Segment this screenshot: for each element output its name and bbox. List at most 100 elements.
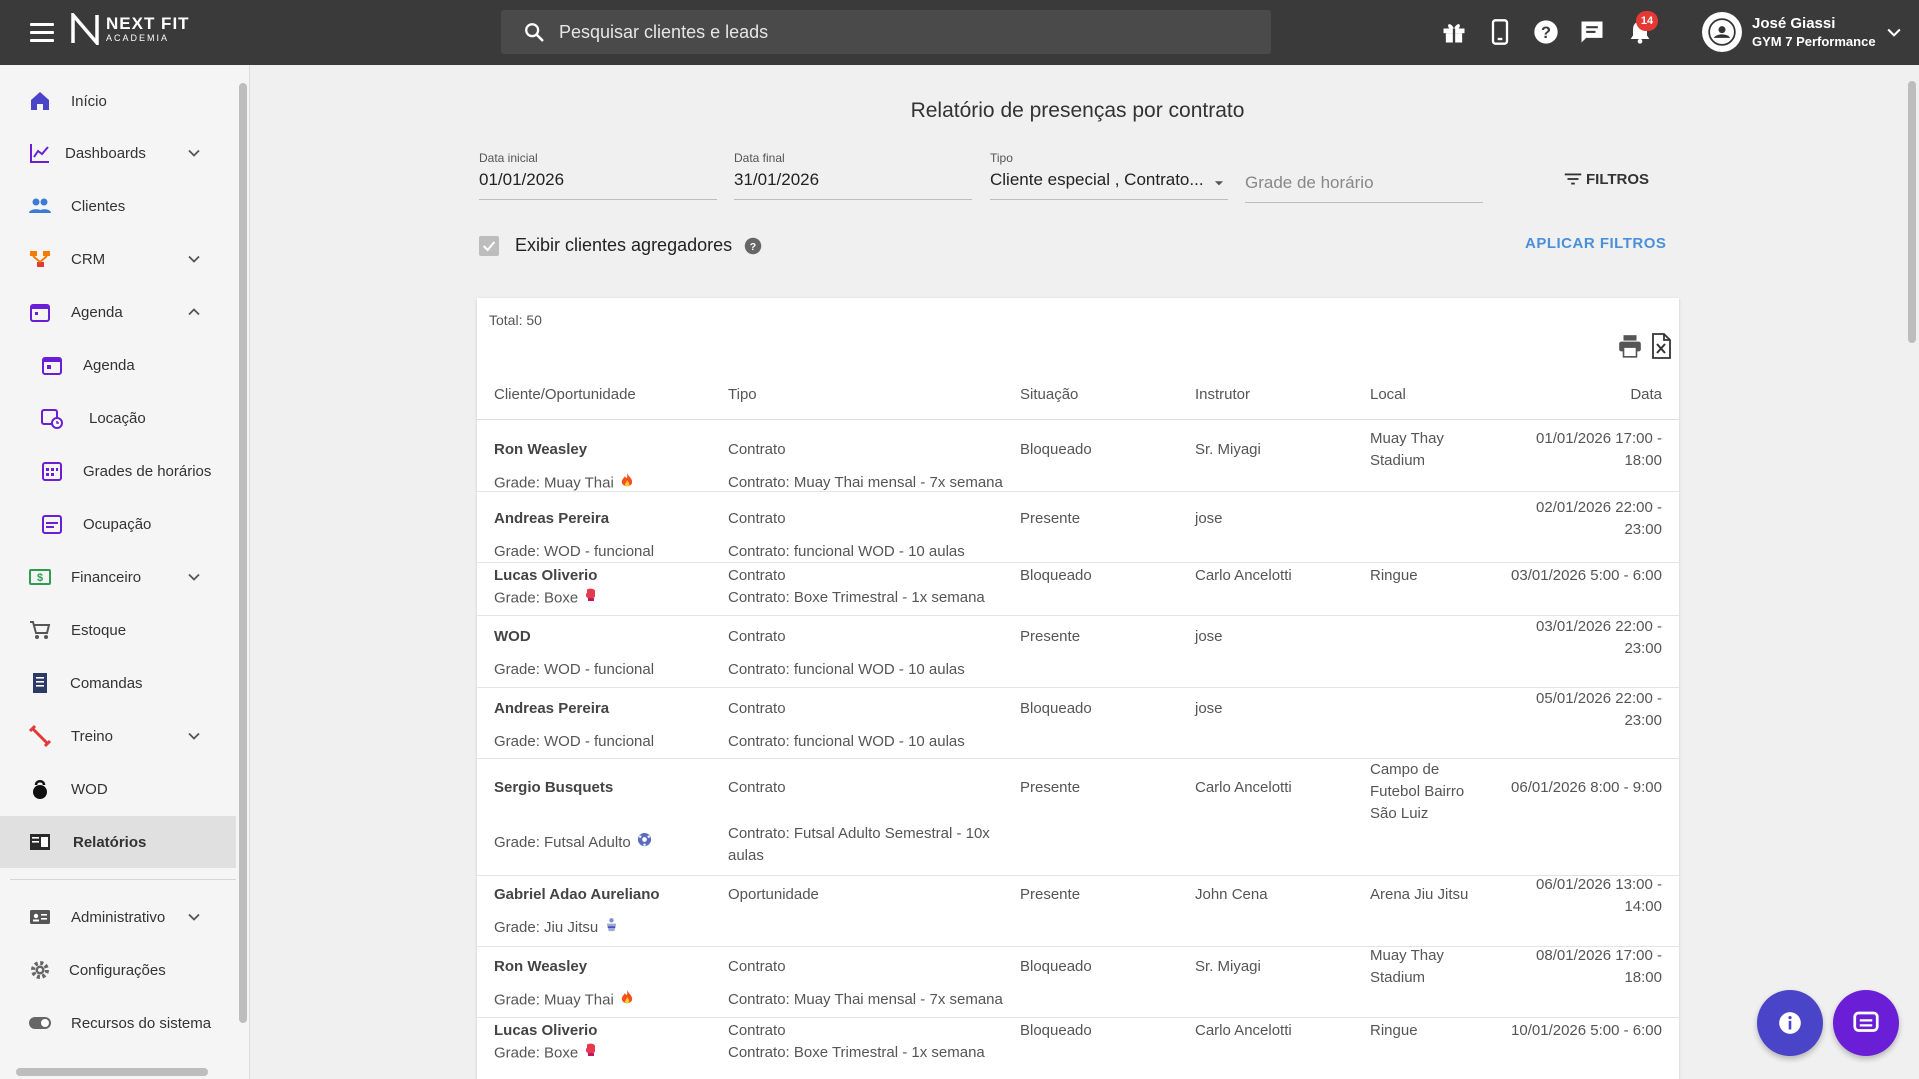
sidebar-item-relatorios[interactable]: Relatórios [0,816,236,868]
help-icon[interactable]: ? [1532,18,1560,46]
instructor-name: Sr. Miyagi [1195,958,1261,975]
menu-icon[interactable] [28,20,56,44]
sidebar-item-crm[interactable]: CRM [0,233,236,285]
contract-name: Contrato: Boxe Trimestral - 1x semana [728,589,985,606]
sidebar-item-ocupacao[interactable]: Ocupação [0,498,236,550]
aggregator-clients-checkbox[interactable] [479,235,499,256]
sidebar-item-grades-de-horarios[interactable]: Grades de horários [0,445,236,497]
apply-filters-button[interactable]: APLICAR FILTROS [1525,235,1666,252]
chat-icon[interactable] [1578,18,1606,46]
type-value[interactable]: Cliente especial , Contrato... [990,170,1228,200]
table-row[interactable]: Lucas Oliverio Grade: Boxe Contrato Cont… [477,563,1679,616]
print-icon[interactable] [1617,333,1643,359]
excel-export-icon[interactable] [1649,333,1673,359]
table-row[interactable]: Lucas Oliverio Grade: Boxe Contrato Cont… [477,1018,1679,1079]
sidebar-item-administrativo[interactable]: Administrativo [0,891,236,943]
contract-name: Contrato: Boxe Trimestral - 1x semana [728,1044,985,1061]
column-header-client[interactable]: Cliente/Oportunidade [494,386,636,403]
client-grade: Grade: Boxe [494,587,598,610]
end-date-label: Data final [734,151,785,165]
attendance-status: Bloqueado [1020,567,1092,584]
attendance-status: Bloqueado [1020,441,1092,458]
sidebar-item-financeiro[interactable]: $ Financeiro [0,551,236,603]
sidebar-item-agenda[interactable]: Agenda [0,339,236,391]
table-row[interactable]: Andreas Pereira Grade: WOD - funcional C… [477,492,1679,563]
schedule-grid-placeholder[interactable]: Grade de horário [1245,173,1483,203]
help-circle-icon[interactable]: ? [744,237,762,255]
client-name: Andreas Pereira [494,700,610,717]
chevron-down-icon [188,573,200,581]
table-row[interactable]: Andreas Pereira Grade: WOD - funcional C… [477,688,1679,759]
search-bar[interactable] [501,10,1271,54]
search-input[interactable] [559,21,1239,43]
main-vertical-scrollbar[interactable] [1905,65,1919,1079]
record-type: Contrato [728,958,786,975]
table-row[interactable]: Gabriel Adao Aureliano Grade: Jiu Jitsu … [477,876,1679,947]
instructor-name: Carlo Ancelotti [1195,779,1292,796]
client-name: Andreas Pereira [494,510,610,527]
table-row[interactable]: Ron Weasley Grade: Muay Thai Contrato Co… [477,420,1679,492]
table-row[interactable]: WOD Grade: WOD - funcional Contrato Cont… [477,616,1679,688]
client-grade-text: Grade: Boxe [494,1044,579,1062]
sidebar-item-locacao[interactable]: Locação [0,392,236,444]
location-name: Muay Thay Stadium [1370,430,1444,469]
schedule-grid-field[interactable]: Grade de horário [1245,151,1483,203]
sidebar-vertical-scrollbar[interactable] [236,65,250,1065]
sidebar-item-label: Início [71,92,107,110]
gift-icon[interactable] [1440,18,1468,46]
column-header-instructor[interactable]: Instrutor [1195,386,1250,403]
session-date: 02/01/2026 22:00 - 23:00 [1536,499,1662,538]
sidebar-item-clientes[interactable]: Clientes [0,180,236,232]
sidebar-item-label: Recursos do sistema [71,1014,212,1032]
chevron-down-icon [188,149,200,157]
record-type: Contrato [728,1022,786,1039]
user-name: José Giassi [1752,15,1836,32]
filters-button[interactable]: FILTROS [1562,168,1649,190]
sidebar-item-wod[interactable]: WOD [0,763,236,815]
cart-icon [30,621,51,639]
column-header-location[interactable]: Local [1370,386,1406,403]
location-name: Muay Thay Stadium [1370,947,1444,986]
mobile-icon[interactable] [1486,18,1514,46]
client-grade-text: Grade: Futsal Adulto [494,834,631,851]
sidebar-item-comandas[interactable]: Comandas [0,657,236,709]
instructor-name: jose [1195,510,1223,527]
table-row[interactable]: Ron Weasley Grade: Muay Thai Contrato Co… [477,947,1679,1018]
filter-icon [1564,173,1582,185]
sidebar-item-label: Financeiro [71,568,142,586]
start-date-value[interactable]: 01/01/2026 [479,170,717,200]
martial-arts-icon [604,917,619,939]
info-fab-button[interactable] [1757,990,1823,1056]
contract-name: Contrato: Muay Thai mensal - 7x semana [728,991,1003,1008]
attendance-status: Presente [1020,886,1081,903]
end-date-field[interactable]: Data final 31/01/2026 [734,151,972,200]
type-select[interactable]: Tipo Cliente especial , Contrato... [990,151,1228,200]
column-header-date[interactable]: Data [1630,386,1662,403]
column-header-status[interactable]: Situação [1020,386,1078,403]
calendar-list-icon [42,515,62,534]
sidebar-item-agenda-group[interactable]: Agenda [0,286,236,338]
table-row[interactable]: Sergio Busquets Grade: Futsal Adulto Con… [477,759,1679,876]
column-header-type[interactable]: Tipo [728,386,757,403]
svg-text:$: $ [37,572,43,584]
fire-icon [620,989,634,1012]
chat-fab-button[interactable] [1833,990,1899,1056]
client-grade: Grade: Jiu Jitsu [494,917,619,939]
sidebar-item-treino[interactable]: Treino [0,710,236,762]
sidebar-item-dashboards[interactable]: Dashboards [0,127,236,179]
aggregator-clients-label: Exibir clientes agregadores [515,235,733,255]
sidebar-horizontal-scrollbar[interactable] [0,1065,250,1079]
sidebar-item-inicio[interactable]: Início [0,75,236,127]
sidebar-item-label: Ocupação [83,515,152,533]
end-date-value[interactable]: 31/01/2026 [734,170,972,200]
sidebar-item-estoque[interactable]: Estoque [0,604,236,656]
logo-mark-icon [71,13,99,45]
instructor-name: Carlo Ancelotti [1195,1022,1292,1039]
start-date-field[interactable]: Data inicial 01/01/2026 [479,151,717,200]
sidebar-item-configuracoes[interactable]: Configurações [0,944,236,996]
sidebar-item-label: Locação [89,409,146,427]
record-type: Contrato [728,700,786,717]
app-logo[interactable]: NEXT FIT ACADEMIA [70,13,190,45]
user-menu[interactable]: José Giassi GYM 7 Performance [1702,12,1904,52]
sidebar-item-recursos-do-sistema[interactable]: Recursos do sistema [0,997,236,1049]
